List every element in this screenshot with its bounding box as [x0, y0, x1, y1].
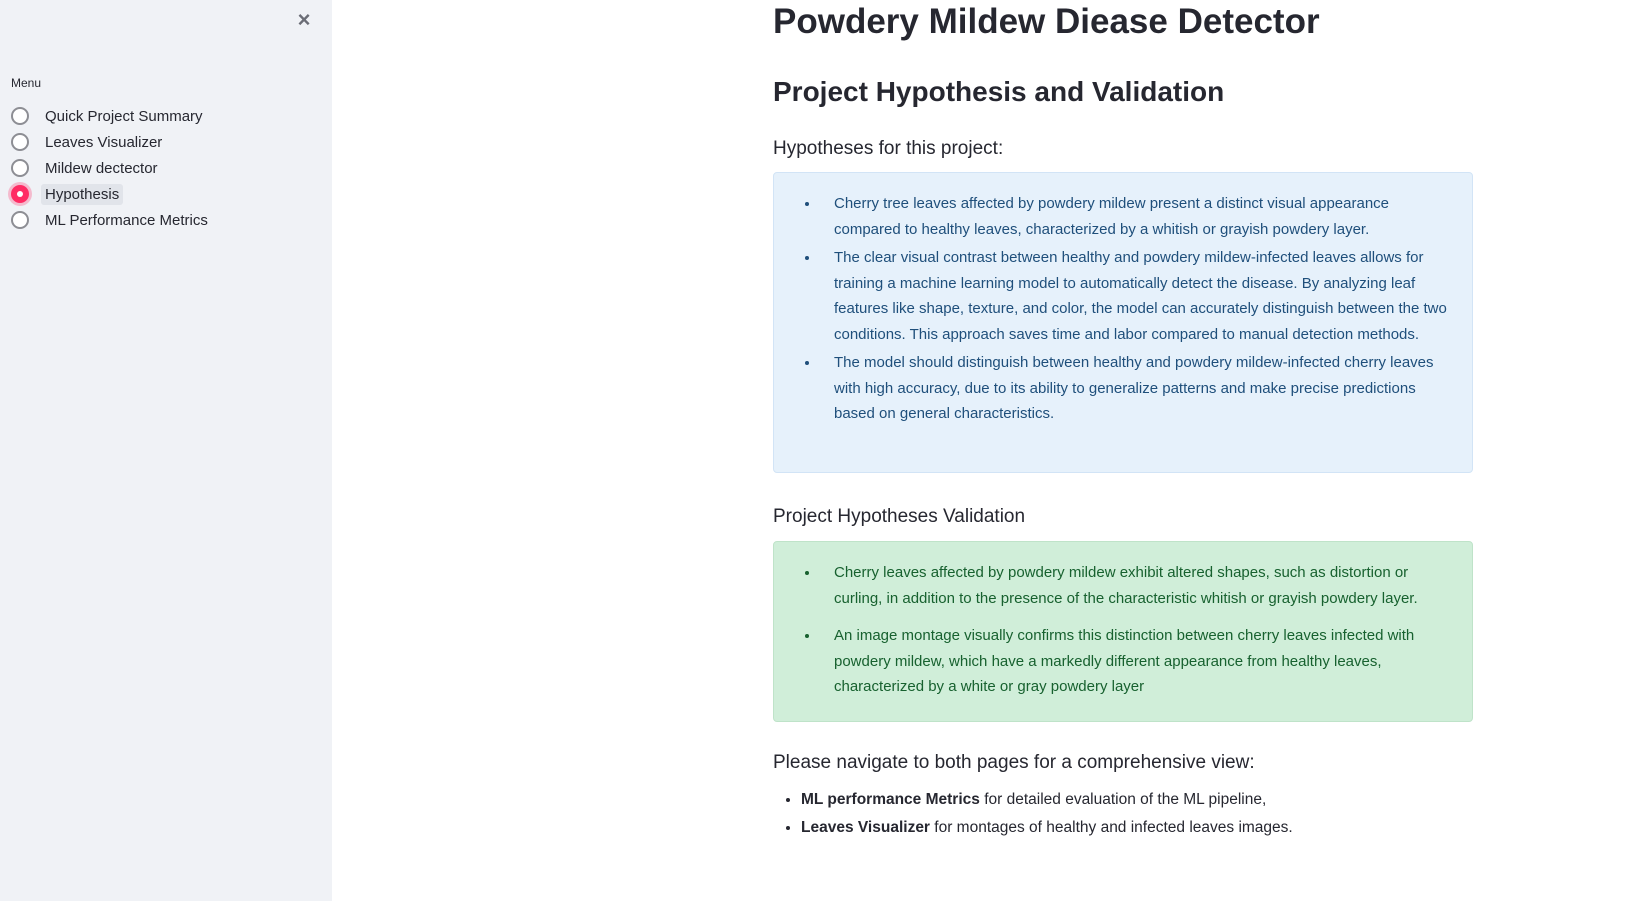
nav-item-text: for detailed evaluation of the ML pipeli… [979, 791, 1267, 808]
list-item: ML performance Metrics for detailed eval… [801, 786, 1293, 814]
list-item: Cherry tree leaves affected by powdery m… [820, 191, 1456, 242]
hypotheses-list: Cherry tree leaves affected by powdery m… [790, 191, 1456, 427]
validation-heading: Project Hypotheses Validation [773, 506, 1026, 527]
validation-list: Cherry leaves affected by powdery mildew… [790, 560, 1456, 700]
menu-radio-group: Quick Project Summary Leaves Visualizer … [11, 103, 212, 233]
menu-label: Menu [11, 76, 42, 90]
nav-item-bold: ML performance Metrics [801, 791, 980, 808]
navigate-heading: Please navigate to both pages for a comp… [773, 752, 1255, 773]
menu-item-ml-performance-metrics[interactable]: ML Performance Metrics [11, 207, 212, 233]
nav-item-bold: Leaves Visualizer [801, 819, 930, 836]
close-icon[interactable]: × [292, 8, 316, 32]
nav-item-text: for montages of healthy and infected lea… [929, 819, 1293, 836]
menu-item-leaves-visualizer[interactable]: Leaves Visualizer [11, 129, 212, 155]
radio-button[interactable] [11, 133, 29, 151]
radio-button[interactable] [11, 107, 29, 125]
radio-button[interactable] [11, 159, 29, 177]
list-item: The clear visual contrast between health… [820, 245, 1456, 347]
list-item: Leaves Visualizer for montages of health… [801, 814, 1293, 842]
list-item: Cherry leaves affected by powdery mildew… [820, 560, 1456, 611]
menu-item-label: Leaves Visualizer [45, 133, 163, 151]
sidebar: × Menu Quick Project Summary Leaves Visu… [0, 0, 332, 901]
list-item: The model should distinguish between hea… [820, 350, 1456, 427]
validation-success-box: Cherry leaves affected by powdery mildew… [773, 541, 1473, 722]
menu-item-label: Hypothesis [41, 183, 124, 205]
hypotheses-heading: Hypotheses for this project: [773, 138, 1004, 159]
menu-item-label: Mildew dectector [45, 159, 158, 177]
menu-item-label: Quick Project Summary [45, 107, 203, 125]
page-title: Powdery Mildew Diease Detector [773, 2, 1320, 41]
navigate-list: ML performance Metrics for detailed eval… [773, 786, 1293, 842]
radio-button-selected[interactable] [11, 185, 29, 203]
list-item: An image montage visually confirms this … [820, 623, 1456, 700]
menu-item-label: ML Performance Metrics [45, 211, 208, 229]
menu-item-quick-project-summary[interactable]: Quick Project Summary [11, 103, 212, 129]
section-title: Project Hypothesis and Validation [773, 76, 1225, 107]
hypotheses-info-box: Cherry tree leaves affected by powdery m… [773, 172, 1473, 473]
radio-button[interactable] [11, 211, 29, 229]
menu-item-hypothesis[interactable]: Hypothesis [11, 181, 212, 207]
menu-item-mildew-detector[interactable]: Mildew dectector [11, 155, 212, 181]
